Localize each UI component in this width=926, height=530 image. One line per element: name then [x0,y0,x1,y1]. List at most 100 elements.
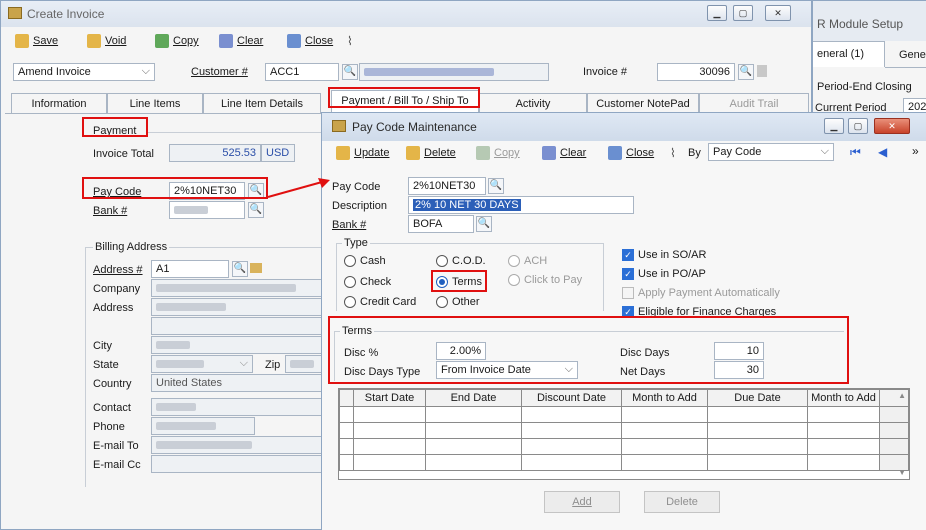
zip-label: Zip [265,359,281,371]
tab-line-item-details[interactable]: Line Item Details [203,93,321,113]
radio-check[interactable]: Check [344,276,391,288]
check-icon: ✓ [622,306,634,318]
disc-pct-field[interactable]: 2.00% [436,342,486,360]
by-select[interactable]: Pay Code ⌵ [708,143,834,161]
copy-button[interactable]: Copy [155,32,199,50]
maximize-icon[interactable]: ▢ [848,118,868,134]
copy-button[interactable]: Copy [476,144,520,162]
tab-general-2[interactable]: Gene [889,45,926,67]
table-row[interactable] [339,406,909,423]
radio-other[interactable]: Other [436,296,480,308]
mode-select[interactable]: Amend Invoice ⌵ [13,63,155,81]
invoice-number-field[interactable]: 30096 [657,63,735,81]
delete-button[interactable]: Delete [406,144,456,162]
customer-field[interactable]: ACC1 [265,63,339,81]
table-row[interactable] [339,422,909,439]
column-discount-date[interactable]: Discount Date [521,389,622,407]
minimize-icon[interactable]: ▁ [707,5,727,21]
close-icon[interactable]: ✕ [874,118,910,134]
attachment-icon[interactable]: ⌇ [670,146,676,160]
checkbox-use-in-po-ap[interactable]: ✓ Use in PO/AP [622,268,706,280]
address-line-3 [151,336,323,354]
radio-terms[interactable]: Terms [436,276,482,288]
column-due-date[interactable]: Due Date [707,389,808,407]
column-month-to-add[interactable]: Month to Add [621,389,708,407]
search-icon[interactable]: 🔍 [248,183,264,199]
customer-label[interactable]: Customer # [191,66,248,78]
column-month-to-add-2[interactable]: Month to Add [807,389,880,407]
tab-audit-trail[interactable]: Audit Trail [699,93,809,113]
void-icon [87,34,101,48]
save-button[interactable]: Save [15,32,58,50]
radio-click-to-pay[interactable]: Click to Pay [508,274,582,286]
radio-ach[interactable]: ACH [508,255,547,267]
maximize-icon[interactable]: ▢ [733,5,753,21]
search-icon[interactable]: 🔍 [476,216,492,232]
bank-label[interactable]: Bank # [332,219,366,231]
radio-credit-card[interactable]: Credit Card [344,296,416,308]
clear-button[interactable]: Clear [542,144,586,162]
net-days-field[interactable]: 30 [714,361,764,379]
search-icon[interactable]: 🔍 [248,202,264,218]
checkbox-apply-payment-automatically[interactable]: Apply Payment Automatically [622,287,780,299]
more-icon[interactable]: » [912,144,919,158]
radio-dot [344,276,356,288]
search-icon[interactable]: 🔍 [342,64,358,80]
attachment-icon[interactable]: ⌇ [347,34,353,48]
tab-customer-notepad[interactable]: Customer NotePad [587,93,699,113]
tab-information[interactable]: Information [11,93,107,113]
email-cc-label: E-mail Cc [93,459,141,471]
bank-field[interactable] [169,201,245,219]
search-icon[interactable]: 🔍 [488,178,504,194]
note-icon[interactable] [757,65,767,77]
delete-row-button[interactable]: Delete [644,491,720,513]
pay-code-label[interactable]: Pay Code [93,186,141,198]
checkbox-use-in-so-ar[interactable]: ✓ Use in SO/AR [622,249,706,261]
void-button[interactable]: Void [87,32,126,50]
payment-divider [147,132,323,133]
tab-line-items[interactable]: Line Items [107,93,203,113]
description-field[interactable]: 2% 10 NET 30 DAYS [408,196,634,214]
redacted-company [156,284,296,293]
minimize-icon[interactable]: ▁ [824,118,844,134]
column-end-date[interactable]: End Date [425,389,522,407]
disc-days-type-select[interactable]: From Invoice Date ⌵ [436,361,578,379]
previous-record-icon[interactable]: ◀ [878,145,887,159]
add-button[interactable]: Add [544,491,620,513]
pay-code-titlebar: Pay Code Maintenance ▁ ▢ ✕ [322,113,926,141]
tab-general-1[interactable]: eneral (1) [813,41,885,67]
pay-code-field[interactable]: 2%10NET30 [408,177,486,195]
close-icon[interactable]: ✕ [765,5,791,21]
search-icon[interactable]: 🔍 [232,261,248,277]
table-row[interactable] [339,438,909,455]
terms-grid[interactable]: Start Date End Date Discount Date Month … [338,388,910,480]
close-button[interactable]: Close [608,144,654,162]
bank-label[interactable]: Bank # [93,205,127,217]
scroll-down-icon[interactable]: ▼ [898,468,906,477]
address-number-label[interactable]: Address # [93,264,143,276]
tab-payment-bill-ship[interactable]: Payment / Bill To / Ship To [331,90,479,113]
radio-cash[interactable]: Cash [344,255,386,267]
scroll-up-icon[interactable]: ▲ [898,391,906,400]
first-record-icon[interactable]: ⏮ [850,145,861,160]
email-to-field [151,436,323,454]
address-number-field[interactable]: A1 [151,260,229,278]
close-button[interactable]: Close [287,32,333,50]
clear-button[interactable]: Clear [219,32,263,50]
net-days-label: Net Days [620,366,666,378]
radio-cod[interactable]: C.O.D. [436,255,486,267]
zip-field [285,355,323,373]
pay-code-field[interactable]: 2%10NET30 [169,182,245,200]
bank-field[interactable]: BOFA [408,215,474,233]
disc-days-field[interactable]: 10 [714,342,764,360]
update-button[interactable]: Update [336,144,389,162]
edit-address-icon[interactable] [250,263,262,273]
table-row[interactable] [339,454,909,471]
state-select[interactable]: ⌵ [151,355,253,373]
redacted-email [156,441,252,450]
search-icon[interactable]: 🔍 [738,64,754,80]
tab-activity[interactable]: Activity [479,93,587,113]
column-start-date[interactable]: Start Date [353,389,426,407]
checkbox-eligible-finance-charges[interactable]: ✓ Eligible for Finance Charges [622,306,776,318]
payment-heading: Payment [93,125,137,137]
